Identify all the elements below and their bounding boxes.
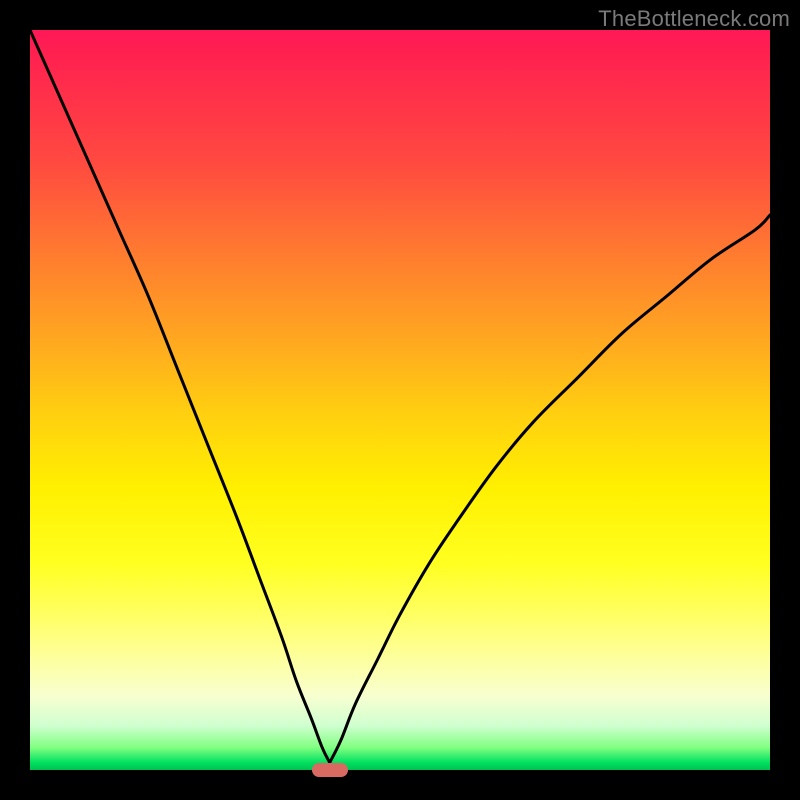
- right-curve-path: [330, 215, 770, 763]
- left-curve-path: [30, 30, 330, 763]
- plot-area: [30, 30, 770, 770]
- chart-container: TheBottleneck.com: [0, 0, 800, 800]
- watermark-text: TheBottleneck.com: [598, 6, 790, 32]
- curve-layer: [30, 30, 770, 770]
- minimum-marker: [312, 763, 348, 777]
